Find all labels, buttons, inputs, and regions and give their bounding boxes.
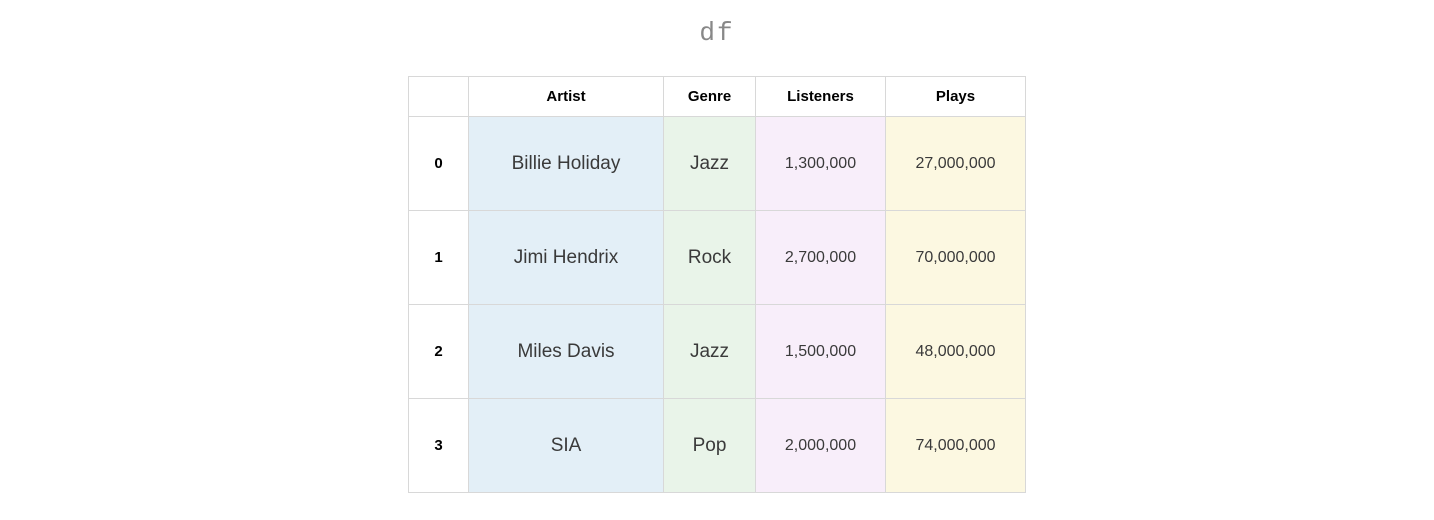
cell-genre: Rock	[664, 211, 756, 305]
cell-artist: Billie Holiday	[469, 117, 664, 211]
dataframe-title: df	[699, 18, 734, 48]
header-index-corner	[409, 77, 469, 117]
header-artist: Artist	[469, 77, 664, 117]
header-plays: Plays	[886, 77, 1026, 117]
cell-genre: Jazz	[664, 305, 756, 399]
cell-genre: Jazz	[664, 117, 756, 211]
header-listeners: Listeners	[756, 77, 886, 117]
dataframe-table: Artist Genre Listeners Plays 0 Billie Ho…	[408, 76, 1026, 493]
cell-plays: 48,000,000	[886, 305, 1026, 399]
row-index: 2	[409, 305, 469, 399]
table-row: 3 SIA Pop 2,000,000 74,000,000	[409, 399, 1026, 493]
header-row: Artist Genre Listeners Plays	[409, 77, 1026, 117]
cell-plays: 27,000,000	[886, 117, 1026, 211]
header-genre: Genre	[664, 77, 756, 117]
cell-plays: 70,000,000	[886, 211, 1026, 305]
table-row: 2 Miles Davis Jazz 1,500,000 48,000,000	[409, 305, 1026, 399]
table-row: 0 Billie Holiday Jazz 1,300,000 27,000,0…	[409, 117, 1026, 211]
cell-plays: 74,000,000	[886, 399, 1026, 493]
cell-artist: SIA	[469, 399, 664, 493]
row-index: 1	[409, 211, 469, 305]
cell-listeners: 2,000,000	[756, 399, 886, 493]
table-row: 1 Jimi Hendrix Rock 2,700,000 70,000,000	[409, 211, 1026, 305]
row-index: 0	[409, 117, 469, 211]
cell-listeners: 2,700,000	[756, 211, 886, 305]
cell-genre: Pop	[664, 399, 756, 493]
cell-artist: Jimi Hendrix	[469, 211, 664, 305]
cell-listeners: 1,300,000	[756, 117, 886, 211]
cell-listeners: 1,500,000	[756, 305, 886, 399]
cell-artist: Miles Davis	[469, 305, 664, 399]
row-index: 3	[409, 399, 469, 493]
